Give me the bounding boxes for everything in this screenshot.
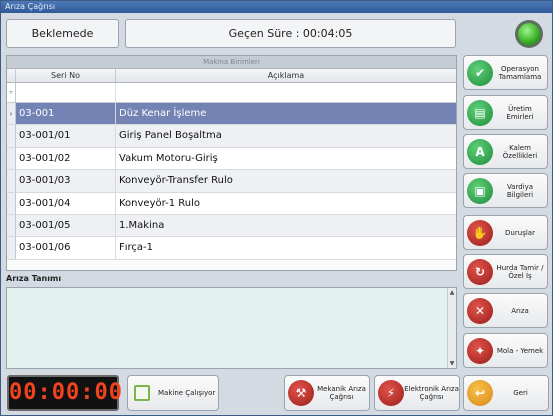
machine-running-checkbox[interactable]: [134, 385, 150, 401]
machine-running-label: Makine Çalışıyor: [158, 389, 216, 397]
filter-row[interactable]: ▿: [7, 83, 456, 103]
scroll-up-icon[interactable]: ▲: [448, 288, 456, 297]
mechanical-fault-icon: ⚒: [288, 380, 314, 406]
status-indicator: [515, 20, 543, 48]
elapsed-counter: 00:00:00: [7, 375, 122, 411]
fault-icon: ✕: [467, 297, 493, 324]
item-properties-button[interactable]: A Kalem Özellikleri: [463, 134, 548, 169]
row-aciklama: Giriş Panel Boşaltma: [119, 130, 222, 142]
electronic-fault-call-button[interactable]: ⚡ Elektronik Arıza Çağrısı: [374, 375, 460, 411]
operation-complete-button[interactable]: ✔ Operasyon Tamamlama: [463, 55, 548, 90]
button-label: Hurda Tamir / Özel İş: [496, 263, 544, 280]
window: Arıza Çağrısı Beklemede Geçen Süre : 00:…: [0, 0, 553, 416]
button-label: Duruşlar: [505, 228, 535, 237]
grid-rows: › 03-001 Düz Kenar İşleme 03-001/01 Giriş P…: [7, 103, 456, 260]
filter-aciklama[interactable]: [116, 83, 456, 102]
row-aciklama: Konveyör-1 Rulo: [119, 197, 200, 209]
back-button[interactable]: ↩ Geri: [463, 375, 549, 411]
fault-description-input[interactable]: [7, 288, 447, 368]
table-row[interactable]: › 03-001 Düz Kenar İşleme: [7, 103, 456, 126]
scrollbar[interactable]: ▲ ▼: [447, 288, 456, 368]
scrap-repair-icon: ↻: [467, 258, 493, 285]
shift-info-icon: ▣: [467, 177, 493, 204]
fault-button[interactable]: ✕ Arıza: [463, 293, 548, 328]
column-header-aciklama[interactable]: Açıklama: [116, 69, 456, 82]
row-seri-no: 03-001/05: [16, 214, 116, 237]
table-row[interactable]: 03-001/05 1.Makina: [7, 214, 456, 238]
stops-button[interactable]: ✋ Duruşlar: [463, 215, 548, 250]
row-aciklama: Fırça-1: [119, 242, 154, 254]
row-aciklama: Konveyör-Transfer Rulo: [119, 175, 233, 187]
grid-caption: Makina Birimleri: [7, 56, 456, 69]
column-header-seri-no[interactable]: Seri No: [16, 69, 116, 82]
indicator-led-icon: [518, 23, 540, 45]
break-meal-button[interactable]: ✦ Mola - Yemek: [463, 333, 548, 368]
button-label: Arıza: [511, 306, 529, 315]
elapsed-time: Geçen Süre : 00:04:05: [125, 19, 456, 48]
scroll-down-icon[interactable]: ▼: [448, 359, 456, 368]
row-pointer-icon: ›: [7, 103, 16, 125]
status-label: Beklemede: [6, 19, 119, 48]
filter-seri-no[interactable]: [16, 83, 116, 102]
machine-running-button[interactable]: Makine Çalışıyor: [127, 375, 219, 411]
back-arrow-icon: ↩: [467, 380, 493, 406]
button-label: Geri: [513, 389, 528, 397]
table-row[interactable]: 03-001/02 Vakum Motoru-Giriş: [7, 147, 456, 171]
table-row[interactable]: 03-001/04 Konveyör-1 Rulo: [7, 192, 456, 215]
scrap-repair-button[interactable]: ↻ Hurda Tamir / Özel İş: [463, 254, 548, 289]
grid-header: Seri No Açıklama: [7, 69, 456, 83]
shift-info-button[interactable]: ▣ Vardiya Bilgileri: [463, 173, 548, 208]
row-aciklama: Vakum Motoru-Giriş: [119, 152, 218, 164]
window-title: Arıza Çağrısı: [1, 1, 552, 13]
button-label: Vardiya Bilgileri: [506, 182, 534, 199]
filter-icon: ▿: [7, 83, 16, 102]
fault-description-label: Arıza Tanımı: [6, 274, 62, 283]
production-orders-button[interactable]: ▤ Üretim Emirleri: [463, 95, 548, 130]
row-seri-no: 03-001/03: [16, 170, 116, 192]
operation-complete-icon: ✔: [467, 59, 493, 86]
machine-units-grid: Makina Birimleri Seri No Açıklama ▿ › 03-…: [6, 55, 457, 271]
table-row[interactable]: 03-001/06 Fırça-1: [7, 237, 456, 260]
table-row[interactable]: 03-001/03 Konveyör-Transfer Rulo: [7, 170, 456, 193]
button-label: Mekanik Arıza Çağrısı: [317, 385, 366, 401]
electronic-fault-icon: ⚡: [378, 380, 404, 406]
break-meal-icon: ✦: [467, 337, 493, 364]
fault-description-box: ▲ ▼: [6, 287, 457, 369]
row-seri-no: 03-001/04: [16, 192, 116, 214]
row-seri-no: 03-001/01: [16, 125, 116, 147]
row-seri-no: 03-001/02: [16, 147, 116, 170]
production-orders-icon: ▤: [467, 99, 493, 126]
row-aciklama: Düz Kenar İşleme: [116, 103, 456, 125]
header-indicator-cell: [7, 69, 16, 82]
button-label: Üretim Emirleri: [506, 104, 534, 121]
button-label: Elektronik Arıza Çağrısı: [404, 385, 459, 401]
button-label: Kalem Özellikleri: [502, 143, 538, 160]
table-row[interactable]: 03-001/01 Giriş Panel Boşaltma: [7, 125, 456, 148]
item-properties-icon: A: [467, 138, 493, 165]
button-label: Mola - Yemek: [496, 346, 544, 355]
row-seri-no: 03-001: [16, 103, 116, 125]
stop-hand-icon: ✋: [467, 219, 493, 246]
row-seri-no: 03-001/06: [16, 237, 116, 259]
button-label: Operasyon Tamamlama: [498, 64, 542, 81]
mechanical-fault-call-button[interactable]: ⚒ Mekanik Arıza Çağrısı: [284, 375, 370, 411]
row-aciklama: 1.Makina: [119, 219, 165, 231]
